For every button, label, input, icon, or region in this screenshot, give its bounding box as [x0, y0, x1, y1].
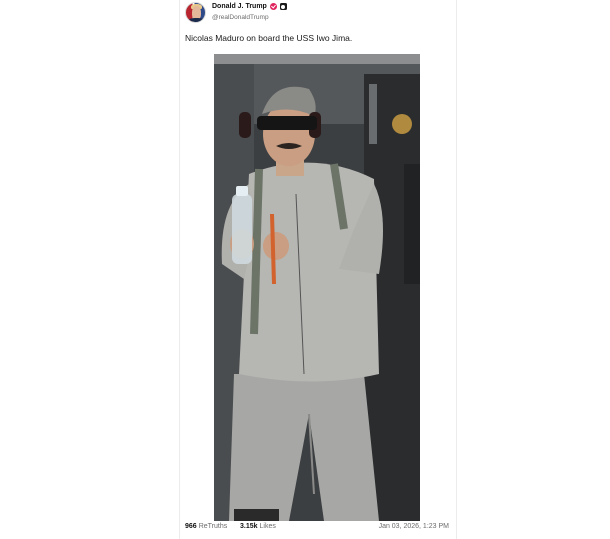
- post-timestamp[interactable]: Jan 03, 2026, 1:23 PM: [379, 523, 449, 530]
- likes-label: Likes: [259, 523, 276, 530]
- account-badge-icon: [279, 3, 287, 10]
- verified-check-icon: [269, 3, 277, 10]
- post-header: Donald J. Trump @realDonaldTrump: [185, 2, 445, 24]
- post-footer: 966 ReTruths 3.15k Likes Jan 03, 2026, 1…: [185, 523, 455, 535]
- post-text: Nicolas Maduro on board the USS Iwo Jima…: [185, 33, 353, 43]
- author-display-name[interactable]: Donald J. Trump: [212, 3, 267, 10]
- likes-stat[interactable]: 3.15k Likes: [240, 523, 276, 530]
- author-handle[interactable]: @realDonaldTrump: [212, 14, 269, 21]
- author-avatar[interactable]: [185, 2, 206, 23]
- post-card: Donald J. Trump @realDonaldTrump Nicolas…: [179, 0, 457, 539]
- likes-count: 3.15k: [240, 523, 258, 530]
- retruths-label: ReTruths: [198, 523, 228, 530]
- retruths-stat[interactable]: 966 ReTruths: [185, 523, 227, 530]
- retruths-count: 966: [185, 523, 197, 530]
- author-name-row: Donald J. Trump: [212, 3, 287, 10]
- post-photo[interactable]: [214, 54, 420, 521]
